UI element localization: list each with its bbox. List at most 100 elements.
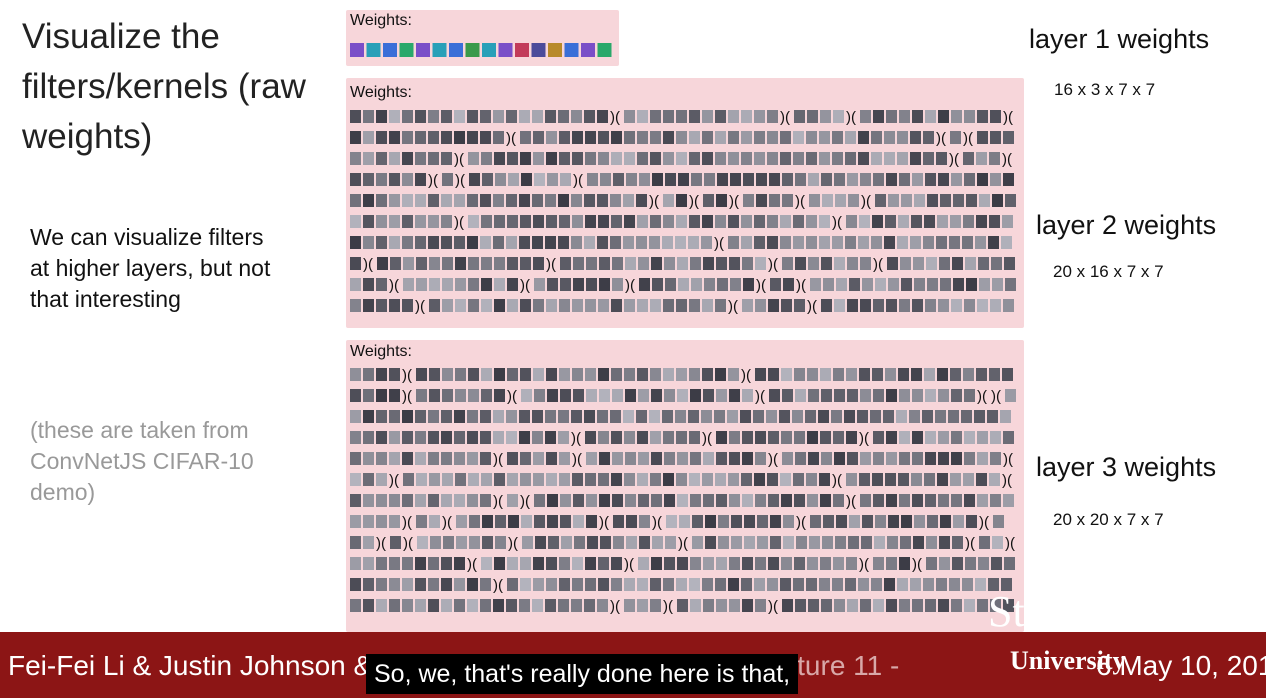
filter-thumbnail [702, 578, 713, 591]
filter-thumbnail [744, 515, 755, 528]
filter-thumbnail [637, 299, 648, 312]
filter-thumbnail [795, 257, 806, 270]
filter-thumbnail [742, 389, 753, 402]
filter-thumbnail [792, 410, 803, 423]
filter-thumbnail [389, 152, 400, 165]
slide-note: We can visualize filters at higher layer… [30, 224, 271, 312]
filter-thumbnail [756, 173, 767, 186]
filter-thumbnail [637, 473, 648, 486]
filter-thumbnail [821, 173, 832, 186]
filter-thumbnail [454, 236, 465, 249]
filter-thumbnail [560, 278, 571, 291]
filter-thumbnail [532, 599, 543, 612]
filter-thumbnail [702, 152, 713, 165]
filter-thumbnail [495, 173, 506, 186]
filter-thumbnail [883, 410, 894, 423]
filter-thumbnail [376, 110, 387, 123]
filter-thumbnail [494, 257, 505, 270]
filter-thumbnail [847, 389, 858, 402]
video-caption: So, we, that's really done here is that, [366, 654, 799, 694]
filter-thumbnail [810, 515, 821, 528]
filter-thumbnail [794, 299, 805, 312]
filter-thumbnail [533, 152, 544, 165]
filter-thumbnail [611, 431, 622, 444]
grid-separator: )( [546, 256, 556, 273]
filter-thumbnail [428, 599, 439, 612]
filter-thumbnail [703, 452, 714, 465]
filter-thumbnail [820, 557, 831, 570]
filter-thumbnail [612, 452, 623, 465]
filter-thumbnail [702, 110, 713, 123]
filter-thumbnail [832, 131, 843, 144]
filter-thumbnail [350, 410, 361, 423]
filter-thumbnail [597, 599, 608, 612]
filter-thumbnail [611, 152, 622, 165]
filter-thumbnail [363, 215, 374, 228]
filter-thumbnail [350, 43, 364, 57]
filter-thumbnail [740, 410, 751, 423]
filter-thumbnail [428, 131, 439, 144]
filter-thumbnail [873, 389, 884, 402]
filter-thumbnail [363, 110, 374, 123]
filter-thumbnail [559, 452, 570, 465]
filter-thumbnail [546, 299, 557, 312]
grid-separator: )( [493, 577, 503, 594]
filter-thumbnail [912, 494, 923, 507]
filter-thumbnail [480, 131, 491, 144]
filter-thumbnail [638, 389, 649, 402]
filter-thumbnail [559, 578, 570, 591]
filter-thumbnail [399, 43, 414, 57]
filter-thumbnail [923, 131, 934, 144]
grid-separator: )( [625, 277, 635, 294]
filter-thumbnail [454, 578, 465, 591]
filter-thumbnail [845, 152, 856, 165]
filter-thumbnail [860, 299, 871, 312]
filter-thumbnail [599, 389, 610, 402]
filter-thumbnail [547, 515, 558, 528]
filter-thumbnail [533, 473, 544, 486]
filter-thumbnail [546, 473, 557, 486]
layer3-filter-grid: )()()()()()()()()()()()()()()()()()()()(… [350, 367, 1016, 615]
filter-thumbnail [927, 515, 938, 528]
filter-thumbnail [809, 194, 820, 207]
filter-thumbnail [875, 515, 886, 528]
filter-thumbnail [832, 578, 843, 591]
filter-thumbnail [624, 152, 635, 165]
filter-thumbnail [974, 410, 985, 423]
grid-separator: )( [965, 535, 975, 552]
filter-thumbnail [533, 578, 544, 591]
filter-thumbnail [779, 410, 790, 423]
filter-thumbnail [847, 599, 858, 612]
filter-thumbnail [521, 173, 532, 186]
filter-thumbnail [846, 215, 857, 228]
filter-thumbnail [1003, 173, 1014, 186]
filter-thumbnail [937, 215, 948, 228]
filter-thumbnail [966, 194, 977, 207]
filter-thumbnail [571, 194, 582, 207]
filter-thumbnail [899, 110, 910, 123]
filter-thumbnail [899, 173, 910, 186]
filter-thumbnail [754, 236, 765, 249]
filter-thumbnail [377, 257, 388, 270]
weights-label: Weights: [350, 84, 412, 101]
filter-thumbnail [961, 410, 972, 423]
filter-thumbnail [363, 515, 374, 528]
filter-thumbnail [558, 431, 569, 444]
filter-thumbnail [987, 410, 998, 423]
filter-thumbnail [638, 452, 649, 465]
filter-thumbnail [989, 152, 1000, 165]
filter-thumbnail [858, 131, 869, 144]
filter-thumbnail [432, 43, 447, 57]
filter-thumbnail [769, 173, 780, 186]
filter-thumbnail [637, 215, 648, 228]
filter-thumbnail [558, 110, 569, 123]
filter-thumbnail [664, 557, 675, 570]
filter-thumbnail [624, 215, 635, 228]
filter-thumbnail [767, 131, 778, 144]
filter-thumbnail [701, 410, 712, 423]
filter-thumbnail [465, 43, 480, 57]
filter-thumbnail [951, 299, 962, 312]
filter-thumbnail [899, 452, 910, 465]
filter-thumbnail [820, 494, 831, 507]
filter-thumbnail [481, 299, 492, 312]
